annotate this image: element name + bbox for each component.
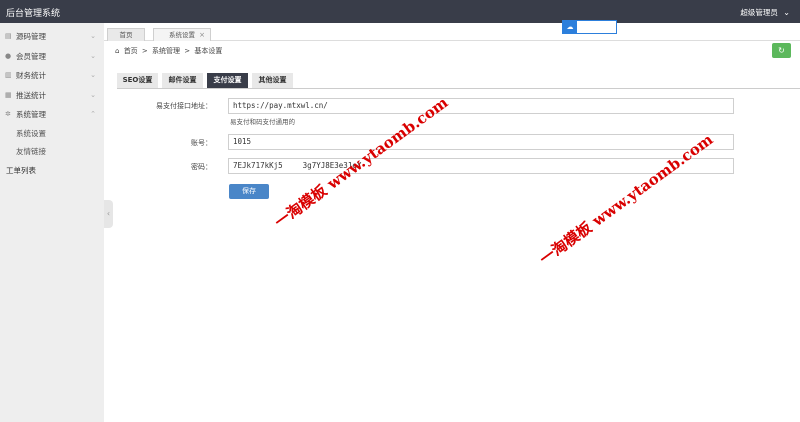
top-bar: 后台管理系统 超级管理员 ⌄ xyxy=(0,0,800,23)
sidebar-item-label: 系统管理 xyxy=(16,110,46,119)
close-icon[interactable]: × xyxy=(199,29,205,41)
refresh-button[interactable]: ↻ xyxy=(772,43,791,58)
sidebar-item-tickets[interactable]: 工单列表 xyxy=(0,161,104,180)
sidebar: ▤ 源码管理 ⌄ ● 会员管理 ⌄ ▥ 财务统计 ⌄ ▦ 推送统计 ⌄ ✲ 系统… xyxy=(0,23,104,422)
app-title: 后台管理系统 xyxy=(6,9,61,19)
divider xyxy=(117,88,800,89)
chevron-down-icon: ⌄ xyxy=(90,51,96,60)
send-icon: ▦ xyxy=(5,90,12,99)
breadcrumb-sep: > xyxy=(141,47,148,55)
tab-label: 系统设置 xyxy=(169,31,195,39)
chevron-left-icon: ‹ xyxy=(106,209,111,218)
stats-icon: ▥ xyxy=(5,71,12,79)
chevron-down-icon: ⌄ xyxy=(90,32,96,40)
sidebar-subitem-links[interactable]: 友情链接 xyxy=(0,143,104,161)
floating-badge[interactable]: ☁ xyxy=(562,20,617,34)
tab-payment[interactable]: 支付设置 xyxy=(207,73,248,88)
tab-seo[interactable]: SEO设置 xyxy=(117,73,158,88)
gear-icon: ✲ xyxy=(5,110,11,118)
sidebar-item-label: 财务统计 xyxy=(16,71,46,80)
sidebar-item-label: 推送统计 xyxy=(16,90,46,100)
chevron-down-icon: ⌄ xyxy=(783,8,790,17)
sidebar-item-system[interactable]: ✲ 系统管理 ⌃ xyxy=(0,105,104,125)
api-url-input[interactable]: https://pay.mtxwl.cn/ xyxy=(228,98,734,114)
chevron-down-icon: ⌄ xyxy=(90,71,96,79)
api-url-label: 易支付接口地址： xyxy=(156,102,212,110)
breadcrumb-level2: 基本设置 xyxy=(194,47,223,55)
page-tab-bar: 首页 系统设置 × xyxy=(104,23,800,41)
api-url-hint: 易支付和码支付通用的 xyxy=(230,118,295,126)
breadcrumb-home[interactable]: 首页 xyxy=(124,47,138,55)
user-icon: ● xyxy=(5,51,12,60)
sidebar-collapse-handle[interactable]: ‹ xyxy=(104,200,113,228)
refresh-icon: ↻ xyxy=(778,46,785,55)
chevron-down-icon: ⌄ xyxy=(90,90,96,99)
account-input[interactable]: 1015 xyxy=(228,134,734,150)
breadcrumb-sep: > xyxy=(184,47,191,55)
cloud-icon: ☁ xyxy=(563,21,577,33)
save-button[interactable]: 保存 xyxy=(229,184,269,199)
sidebar-item-push[interactable]: ▦ 推送统计 ⌄ xyxy=(0,86,104,106)
chevron-up-icon: ⌃ xyxy=(90,110,96,118)
user-menu[interactable]: 超级管理员 ⌄ xyxy=(740,7,790,18)
sidebar-item-label: 源码管理 xyxy=(16,32,46,41)
sidebar-subitem-settings[interactable]: 系统设置 xyxy=(0,125,104,143)
bars-icon: ▤ xyxy=(5,32,12,40)
sidebar-item-label: 会员管理 xyxy=(16,51,46,61)
password-label: 密码： xyxy=(191,163,212,171)
tab-system-settings[interactable]: 系统设置 × xyxy=(153,28,211,41)
user-name: 超级管理员 xyxy=(740,8,778,17)
account-label: 账号： xyxy=(191,139,212,147)
breadcrumb: ⌂ 首页 > 系统管理 > 基本设置 xyxy=(115,46,224,56)
password-value-head: 7EJk717kKj5 xyxy=(233,161,283,170)
sidebar-item-finance[interactable]: ▥ 财务统计 ⌄ xyxy=(0,66,104,86)
tab-other[interactable]: 其他设置 xyxy=(252,73,293,88)
tab-home[interactable]: 首页 xyxy=(107,28,145,41)
home-icon: ⌂ xyxy=(115,47,120,55)
sidebar-item-members[interactable]: ● 会员管理 ⌄ xyxy=(0,47,104,67)
tab-email[interactable]: 邮件设置 xyxy=(162,73,203,88)
sidebar-item-source[interactable]: ▤ 源码管理 ⌄ xyxy=(0,27,104,47)
breadcrumb-level1[interactable]: 系统管理 xyxy=(152,47,180,55)
